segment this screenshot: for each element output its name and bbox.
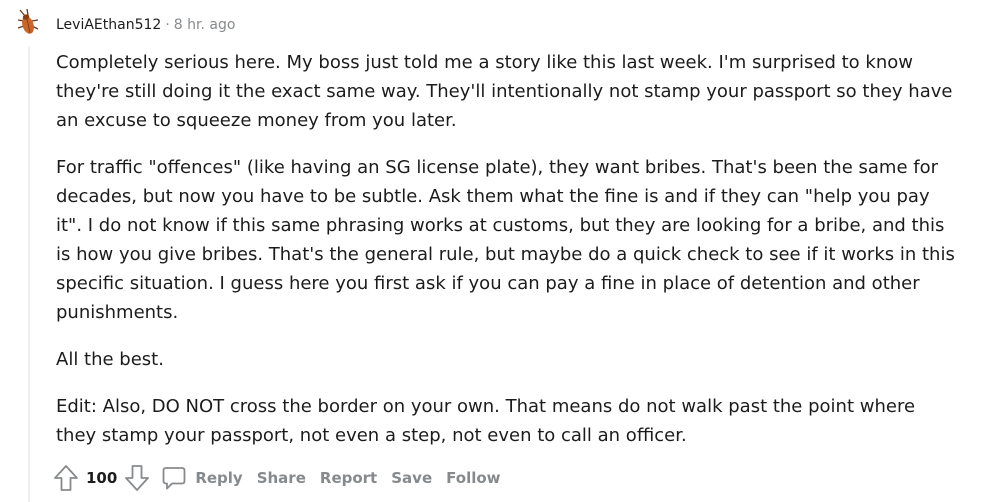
comment-timestamp[interactable]: 8 hr. ago bbox=[174, 17, 236, 33]
comment-action-bar: 100 Reply Share Report Save Follow bbox=[52, 462, 501, 494]
downvote-button[interactable] bbox=[123, 463, 151, 493]
follow-button[interactable]: Follow bbox=[446, 469, 500, 487]
upvote-arrow-icon bbox=[54, 465, 78, 491]
report-button[interactable]: Report bbox=[320, 469, 377, 487]
share-button[interactable]: Share bbox=[257, 469, 306, 487]
reply-label: Reply bbox=[195, 469, 243, 487]
save-button[interactable]: Save bbox=[391, 469, 432, 487]
comment-bubble-icon bbox=[162, 467, 186, 490]
comment-meta: LeviAEthan512 · 8 hr. ago bbox=[56, 15, 235, 35]
comment-paragraph: All the best. bbox=[56, 349, 164, 370]
comment-body: Completely serious here. My boss just to… bbox=[56, 48, 956, 468]
cockroach-avatar-icon bbox=[17, 9, 39, 34]
vote-score: 100 bbox=[86, 469, 118, 487]
comment-paragraph: For traffic "offences" (like having an S… bbox=[56, 157, 955, 323]
upvote-button[interactable] bbox=[52, 463, 80, 493]
reply-button[interactable]: Reply bbox=[161, 465, 243, 491]
downvote-arrow-icon bbox=[125, 465, 150, 491]
thread-line bbox=[28, 46, 30, 502]
comment-paragraph: Edit: Also, DO NOT cross the border on y… bbox=[56, 396, 916, 446]
avatar[interactable] bbox=[14, 9, 42, 37]
comment-author[interactable]: LeviAEthan512 bbox=[56, 17, 161, 33]
comment-paragraph: Completely serious here. My boss just to… bbox=[56, 52, 953, 131]
meta-separator: · bbox=[165, 17, 170, 33]
